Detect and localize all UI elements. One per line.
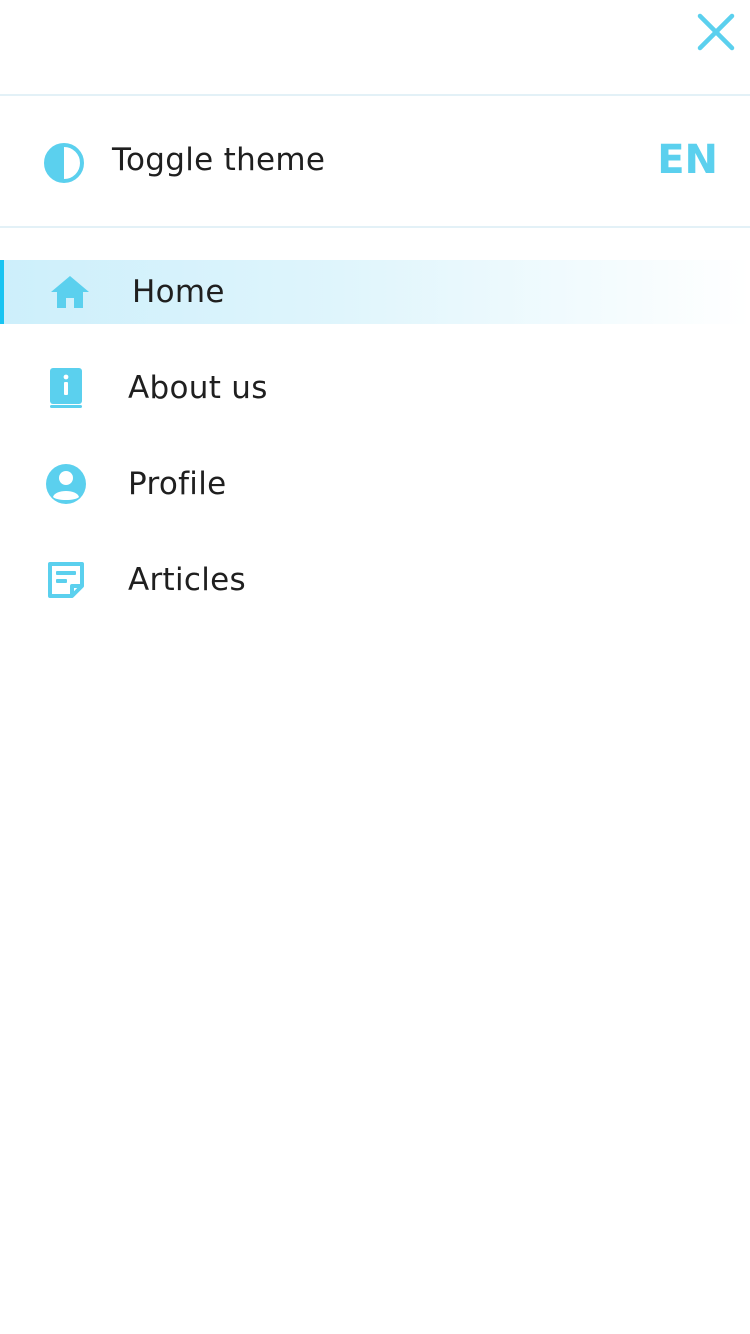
nav-menu: Home About us Profile Articles <box>0 228 750 612</box>
drawer-header <box>0 0 750 96</box>
navigation-drawer: Toggle theme EN Home About us Profile Ar… <box>0 0 750 1334</box>
sticky-note-icon <box>48 562 84 598</box>
nav-item-label: Articles <box>128 562 246 598</box>
toggle-theme-label[interactable]: Toggle theme <box>112 140 325 180</box>
close-icon <box>697 13 735 51</box>
home-icon <box>51 276 89 308</box>
nav-item-label: Home <box>132 274 225 310</box>
nav-item-label: Profile <box>128 466 227 502</box>
close-button[interactable] <box>694 10 738 54</box>
theme-row: Toggle theme EN <box>0 96 750 228</box>
info-book-icon <box>50 368 82 408</box>
nav-item-articles[interactable]: Articles <box>0 548 750 612</box>
nav-item-profile[interactable]: Profile <box>0 452 750 516</box>
nav-item-home[interactable]: Home <box>0 260 750 324</box>
nav-item-about-us[interactable]: About us <box>0 356 750 420</box>
contrast-icon <box>44 143 84 183</box>
theme-toggle-button[interactable] <box>42 141 86 185</box>
account-circle-icon <box>46 464 86 504</box>
nav-item-label: About us <box>128 370 268 406</box>
language-button[interactable]: EN <box>657 136 718 184</box>
